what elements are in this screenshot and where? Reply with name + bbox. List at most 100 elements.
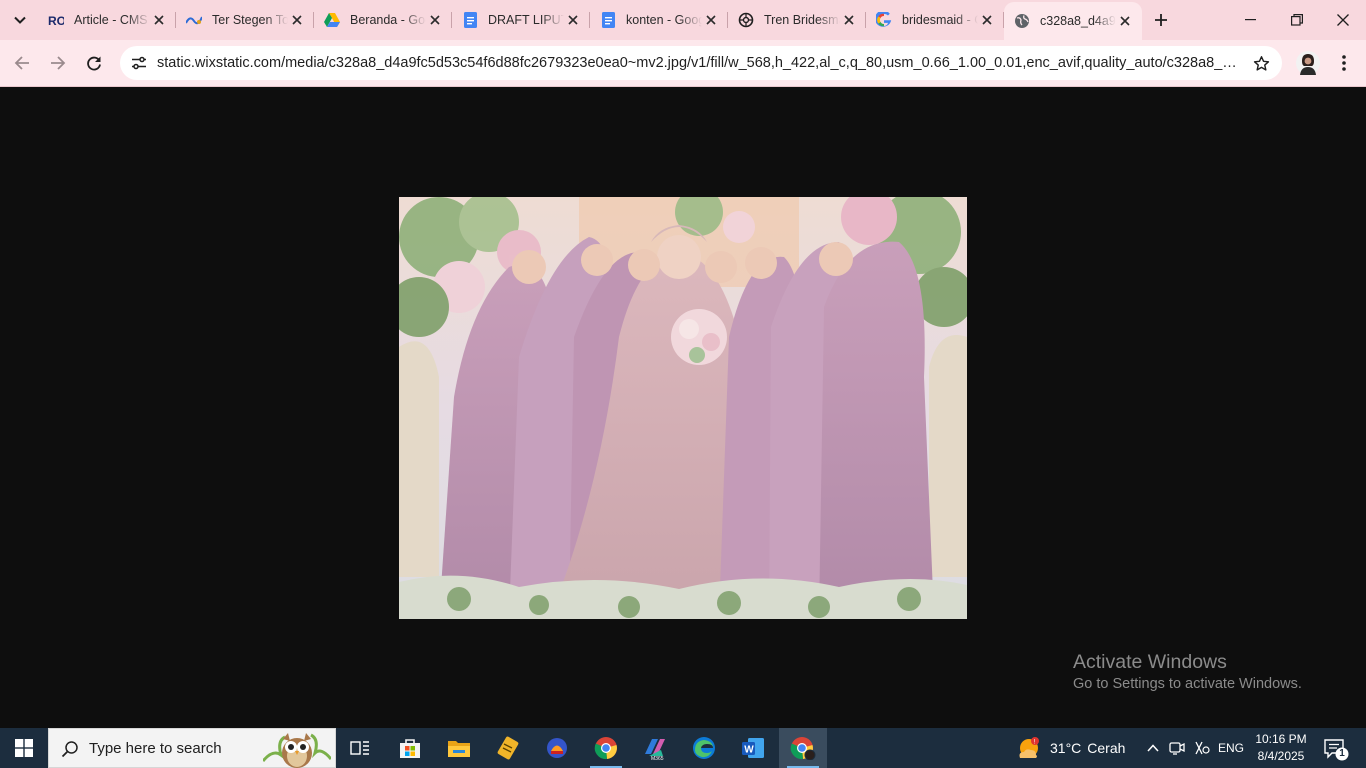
chevron-down-icon bbox=[14, 16, 26, 24]
chrome-profile-taskbar-button[interactable] bbox=[779, 728, 827, 768]
watermark-title: Activate Windows bbox=[1073, 651, 1227, 673]
tab-search-button[interactable] bbox=[6, 6, 34, 34]
tab-bridesmaid-google[interactable]: bridesmaid - Google bbox=[866, 0, 1004, 40]
tab-image-active[interactable]: c328a8_d4a9fc5d53 bbox=[1004, 2, 1142, 40]
notification-count: 1 bbox=[1339, 748, 1345, 759]
microsoft-365-icon: M365 bbox=[645, 739, 665, 760]
more-vertical-icon bbox=[1342, 55, 1346, 71]
tab-article-cms[interactable]: RO Article - CMS bbox=[38, 0, 176, 40]
windows-logo-icon bbox=[15, 739, 33, 757]
restore-button[interactable] bbox=[1274, 0, 1320, 40]
google-docs-icon bbox=[462, 12, 478, 28]
svg-text:W: W bbox=[744, 745, 754, 756]
forward-button[interactable] bbox=[43, 48, 73, 78]
vpn-app-icon bbox=[547, 738, 567, 758]
meet-now-button[interactable] bbox=[1167, 738, 1187, 758]
tab-konten[interactable]: konten - Google Docs bbox=[590, 0, 728, 40]
edge-icon bbox=[693, 737, 715, 759]
clock-date: 8/4/2025 bbox=[1257, 749, 1305, 763]
microsoft-word-button[interactable]: W bbox=[729, 728, 777, 768]
close-tab-icon[interactable] bbox=[288, 11, 306, 29]
microsoft-edge-button[interactable] bbox=[680, 728, 728, 768]
minimize-icon bbox=[1245, 19, 1256, 21]
task-view-icon bbox=[350, 741, 369, 755]
tab-ter-stegen[interactable]: Ter Stegen Tolak bbox=[176, 0, 314, 40]
microsoft-store-button[interactable] bbox=[386, 728, 434, 768]
tab-google-drive[interactable]: Beranda - Google Drive bbox=[314, 0, 452, 40]
chrome-taskbar-button[interactable] bbox=[582, 728, 630, 768]
chrome-profile-icon bbox=[790, 737, 816, 760]
arrow-right-icon bbox=[51, 56, 66, 70]
show-hidden-icons-button[interactable] bbox=[1143, 738, 1163, 758]
news-logo-icon bbox=[186, 12, 202, 28]
browser-menu-button[interactable] bbox=[1332, 49, 1356, 77]
weather-widget[interactable]: ! 31°C Cerah bbox=[1016, 728, 1125, 768]
minimize-button[interactable] bbox=[1228, 0, 1274, 40]
search-placeholder: Type here to search bbox=[89, 740, 222, 757]
page-viewport: Activate Windows Go to Settings to activ… bbox=[0, 87, 1366, 728]
task-view-button[interactable] bbox=[336, 728, 384, 768]
close-tab-icon[interactable] bbox=[1116, 12, 1134, 30]
start-button[interactable] bbox=[0, 728, 48, 768]
google-drive-icon bbox=[324, 12, 340, 28]
reload-icon bbox=[87, 56, 101, 71]
owl-doodle-icon bbox=[263, 733, 331, 768]
folder-icon bbox=[448, 741, 470, 757]
close-tab-icon[interactable] bbox=[564, 11, 582, 29]
microsoft-store-icon bbox=[400, 739, 420, 758]
language-indicator[interactable]: ENG bbox=[1218, 728, 1244, 768]
microsoft-365-button[interactable]: M365 bbox=[631, 728, 679, 768]
svg-text:M365: M365 bbox=[651, 756, 664, 760]
close-tab-icon[interactable] bbox=[426, 11, 444, 29]
tab-title: bridesmaid - Google bbox=[902, 13, 978, 27]
tab-title: konten - Google Docs bbox=[626, 13, 702, 27]
google-g-icon bbox=[876, 12, 892, 28]
weather-sun-cloud-icon: ! bbox=[1019, 737, 1039, 758]
profile-avatar[interactable] bbox=[1296, 51, 1320, 75]
tab-title: Tren Bridesmaid bbox=[764, 13, 840, 27]
tab-list: RO Article - CMS Ter Stegen Tolak Berand… bbox=[38, 0, 1142, 40]
star-icon bbox=[1253, 55, 1269, 71]
new-tab-button[interactable] bbox=[1148, 7, 1174, 33]
tab-title: Beranda - Google Drive bbox=[350, 13, 426, 27]
input-indicator-button[interactable] bbox=[1191, 738, 1211, 758]
keyboard-layout-icon bbox=[1194, 741, 1210, 755]
chatgpt-icon bbox=[738, 12, 754, 28]
browser-toolbar: static.wixstatic.com/media/c328a8_d4a9fc… bbox=[0, 40, 1366, 87]
address-bar[interactable]: static.wixstatic.com/media/c328a8_d4a9fc… bbox=[120, 46, 1282, 80]
pen-app-icon bbox=[497, 736, 519, 760]
action-center-button[interactable]: 1 bbox=[1320, 736, 1350, 762]
plus-icon bbox=[1155, 14, 1167, 26]
back-button[interactable] bbox=[7, 48, 37, 78]
weather-condition: Cerah bbox=[1087, 740, 1126, 756]
close-window-button[interactable] bbox=[1320, 0, 1366, 40]
taskbar-search-box[interactable]: Type here to search bbox=[48, 728, 336, 768]
vpn-app-button[interactable] bbox=[533, 728, 581, 768]
reload-button[interactable] bbox=[79, 48, 109, 78]
clock-time: 10:16 PM bbox=[1255, 732, 1307, 746]
pen-app-button[interactable] bbox=[484, 728, 532, 768]
close-tab-icon[interactable] bbox=[978, 11, 996, 29]
close-tab-icon[interactable] bbox=[702, 11, 720, 29]
file-explorer-button[interactable] bbox=[435, 728, 483, 768]
url-text[interactable]: static.wixstatic.com/media/c328a8_d4a9fc… bbox=[157, 46, 1237, 80]
watermark-subtitle: Go to Settings to activate Windows. bbox=[1073, 676, 1302, 692]
bridesmaid-photo[interactable] bbox=[399, 197, 967, 619]
tune-icon bbox=[132, 56, 146, 70]
close-tab-icon[interactable] bbox=[150, 11, 168, 29]
restore-icon bbox=[1291, 14, 1303, 26]
camera-icon bbox=[1169, 742, 1185, 755]
ro-logo-icon: RO bbox=[48, 12, 64, 28]
close-tab-icon[interactable] bbox=[840, 11, 858, 29]
globe-icon bbox=[1014, 13, 1030, 29]
chrome-icon bbox=[594, 737, 617, 760]
windows-taskbar: Type here to search M365 W ! 31°C Cerah … bbox=[0, 728, 1366, 768]
bookmark-star-button[interactable] bbox=[1250, 52, 1272, 74]
search-icon bbox=[61, 741, 78, 758]
tab-tren-bridesmaid[interactable]: Tren Bridesmaid bbox=[728, 0, 866, 40]
system-clock[interactable]: 10:16 PM 8/4/2025 bbox=[1250, 731, 1312, 765]
activate-windows-watermark: Activate Windows Go to Settings to activ… bbox=[1073, 650, 1302, 694]
site-info-button[interactable] bbox=[126, 50, 152, 76]
tab-draft-liputan[interactable]: DRAFT LIPUTAN bbox=[452, 0, 590, 40]
tab-strip: RO Article - CMS Ter Stegen Tolak Berand… bbox=[0, 0, 1366, 40]
